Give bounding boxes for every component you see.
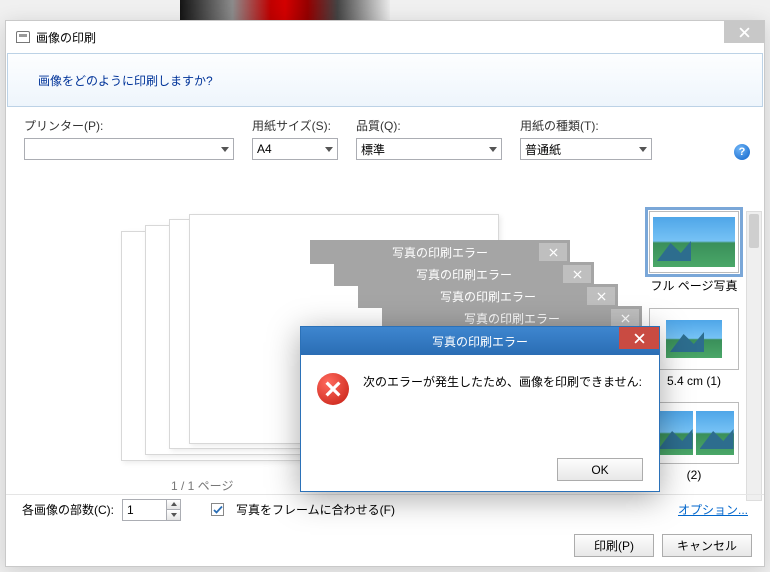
close-button-inactive[interactable] [563,265,591,283]
error-titlebar-inactive: 写真の印刷エラー [310,240,570,264]
copies-spinner [122,499,181,521]
printer-select[interactable] [24,138,234,160]
banner-question: 画像をどのように印刷しますか? [38,72,213,89]
print-button[interactable]: 印刷(P) [574,534,654,557]
chevron-up-icon [171,502,177,506]
page-indicator: 1 / 1 ページ [171,477,233,494]
title-bar: 画像の印刷 [6,21,764,53]
check-icon [213,505,223,515]
error-dialog: 写真の印刷エラー 次のエラーが発生したため、画像を印刷できません: OK [300,326,660,492]
layout-full-page[interactable]: フル ページ写真 [629,211,759,294]
window-close-button[interactable] [724,21,764,43]
bottom-row: 各画像の部数(C): 写真をフレームに合わせる(F) オプション... [6,494,764,524]
scroll-thumb[interactable] [749,214,759,248]
fit-frame-label: 写真をフレームに合わせる(F) [236,501,395,518]
printer-option: プリンター(P): [24,117,234,160]
layout-thumb [649,211,739,273]
spinner-buttons [166,499,181,521]
paper-type-option: 用紙の種類(T): 普通紙 [520,117,652,160]
error-dialog-close-button[interactable] [619,327,659,349]
error-titlebar-inactive: 写真の印刷エラー [358,284,618,308]
spinner-down[interactable] [167,510,180,520]
close-icon [739,27,750,38]
quality-select[interactable]: 標準 [356,138,502,160]
options-link[interactable]: オプション... [678,501,748,518]
copies-input[interactable] [122,499,166,521]
close-icon [634,333,645,344]
error-ok-button[interactable]: OK [557,458,643,481]
paper-type-value: 普通紙 [525,141,561,158]
error-titlebar-inactive: 写真の印刷エラー [334,262,594,286]
paper-type-select[interactable]: 普通紙 [520,138,652,160]
cancel-button[interactable]: キャンセル [662,534,752,557]
close-button-inactive[interactable] [587,287,615,305]
chevron-down-icon [489,147,497,152]
error-message: 次のエラーが発生したため、画像を印刷できません: [363,373,642,390]
chevron-down-icon [221,147,229,152]
error-dialog-titlebar: 写真の印刷エラー [301,327,659,355]
paper-type-label: 用紙の種類(T): [520,117,652,134]
background-image-fragment [180,0,390,20]
window-title: 画像の印刷 [36,29,96,46]
paper-size-select[interactable]: A4 [252,138,338,160]
close-button-inactive[interactable] [539,243,567,261]
spinner-up[interactable] [167,500,180,511]
banner: 画像をどのように印刷しますか? [7,53,763,107]
error-icon [317,373,349,405]
layout-thumb [649,308,739,370]
fit-frame-checkbox[interactable] [211,503,224,516]
quality-option: 品質(Q): 標準 [356,117,502,160]
chevron-down-icon [171,513,177,517]
layout-thumb [649,402,739,464]
chevron-down-icon [325,147,333,152]
paper-size-label: 用紙サイズ(S): [252,117,338,134]
layout-scrollbar[interactable] [746,211,762,501]
paper-size-option: 用紙サイズ(S): A4 [252,117,338,160]
print-options-row: プリンター(P): 用紙サイズ(S): A4 品質(Q): 標準 用紙の種類(T… [6,107,764,170]
copies-label: 各画像の部数(C): [22,501,114,518]
error-dialog-footer: OK [557,458,643,481]
help-icon[interactable]: ? [734,144,750,160]
error-dialog-body: 次のエラーが発生したため、画像を印刷できません: [301,355,659,423]
layout-label: フル ページ写真 [629,277,759,294]
error-dialog-title: 写真の印刷エラー [432,333,528,350]
quality-value: 標準 [361,141,385,158]
close-button-inactive[interactable] [611,309,639,327]
paper-size-value: A4 [257,142,272,156]
action-row: 印刷(P) キャンセル [574,529,752,561]
quality-label: 品質(Q): [356,117,502,134]
chevron-down-icon [639,147,647,152]
printer-label: プリンター(P): [24,117,234,134]
printer-icon [16,31,30,43]
